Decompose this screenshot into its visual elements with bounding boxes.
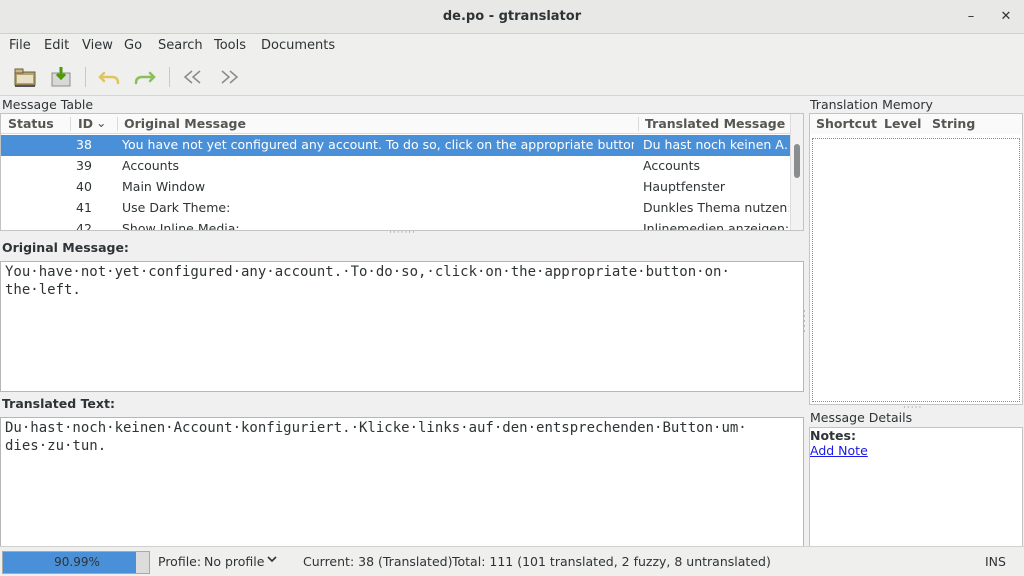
translation-memory-list[interactable] (812, 138, 1020, 402)
translation-memory-panel: Shortcut Level String (809, 113, 1023, 405)
table-row[interactable]: 39 Accounts Accounts (1, 156, 791, 177)
menu-edit[interactable]: Edit (44, 38, 69, 53)
menu-documents[interactable]: Documents (261, 38, 335, 53)
open-icon[interactable] (12, 64, 38, 90)
original-message-text[interactable]: You·have·not·yet·configured·any·account.… (0, 261, 804, 392)
translation-memory-header: Shortcut Level String (810, 114, 1022, 134)
menu-bar: File Edit View Go Search Tools Documents (0, 34, 1024, 58)
redo-icon[interactable] (132, 64, 158, 90)
status-bar: 90.99% Profile: No profile Current: 38 (… (0, 546, 1024, 576)
save-icon[interactable] (48, 64, 74, 90)
translated-text-input[interactable]: Du·hast·noch·keinen·Account·konfiguriert… (0, 417, 804, 547)
menu-view[interactable]: View (82, 38, 113, 53)
pane-grip-horizontal[interactable]: ······· (389, 228, 416, 238)
total-messages-status: Total: 111 (101 translated, 2 fuzzy, 8 u… (452, 554, 771, 569)
progress-text: 90.99% (54, 555, 100, 569)
translation-memory-label: Translation Memory (810, 97, 933, 112)
close-button[interactable]: ✕ (997, 8, 1015, 26)
translation-progress-bar: 90.99% (2, 551, 150, 574)
menu-search[interactable]: Search (158, 38, 203, 53)
column-shortcut[interactable]: Shortcut (816, 116, 877, 131)
column-translated-message[interactable]: Translated Message (645, 116, 785, 131)
column-string[interactable]: String (932, 116, 975, 131)
column-level[interactable]: Level (884, 116, 921, 131)
message-details-label: Message Details (810, 410, 913, 425)
column-id[interactable]: ID (78, 116, 93, 131)
current-message-status: Current: 38 (Translated) (303, 554, 453, 569)
pane-grip-vertical[interactable]: · · · · · (803, 308, 807, 337)
toolbar (0, 58, 1024, 96)
message-table-label: Message Table (2, 97, 94, 112)
title-bar: de.po - gtranslator – ✕ (0, 0, 1024, 34)
sort-chevron-icon: ⌄ (96, 115, 107, 130)
translated-text-label: Translated Text: (2, 396, 115, 411)
minimize-button[interactable]: – (962, 8, 980, 26)
message-table-header: Status ID ⌄ Original Message Translated … (1, 114, 791, 134)
profile-select[interactable]: No profile (204, 554, 264, 569)
column-original-message[interactable]: Original Message (124, 116, 246, 131)
table-row[interactable]: 40 Main Window Hauptfenster (1, 177, 791, 198)
go-next-icon[interactable] (216, 64, 242, 90)
table-scrollbar[interactable] (790, 114, 803, 230)
message-table: Status ID ⌄ Original Message Translated … (0, 113, 804, 231)
add-note-link[interactable]: Add Note (810, 443, 868, 458)
original-message-label: Original Message: (2, 240, 129, 255)
column-status[interactable]: Status (8, 116, 54, 131)
window-title: de.po - gtranslator (442, 9, 582, 24)
profile-label: Profile: (158, 554, 202, 569)
message-details-panel: Notes: Add Note (809, 427, 1023, 547)
undo-icon[interactable] (96, 64, 122, 90)
profile-chevron-down-icon[interactable] (266, 551, 278, 568)
insert-mode-indicator: INS (985, 554, 1006, 569)
menu-tools[interactable]: Tools (214, 38, 246, 53)
notes-label: Notes: (810, 428, 856, 443)
menu-go[interactable]: Go (124, 38, 142, 53)
go-previous-icon[interactable] (180, 64, 206, 90)
table-row[interactable]: 38 You have not yet configured any accou… (1, 135, 791, 156)
scrollbar-thumb[interactable] (794, 144, 800, 178)
menu-file[interactable]: File (9, 38, 31, 53)
table-row[interactable]: 41 Use Dark Theme: Dunkles Thema nutzen: (1, 198, 791, 219)
